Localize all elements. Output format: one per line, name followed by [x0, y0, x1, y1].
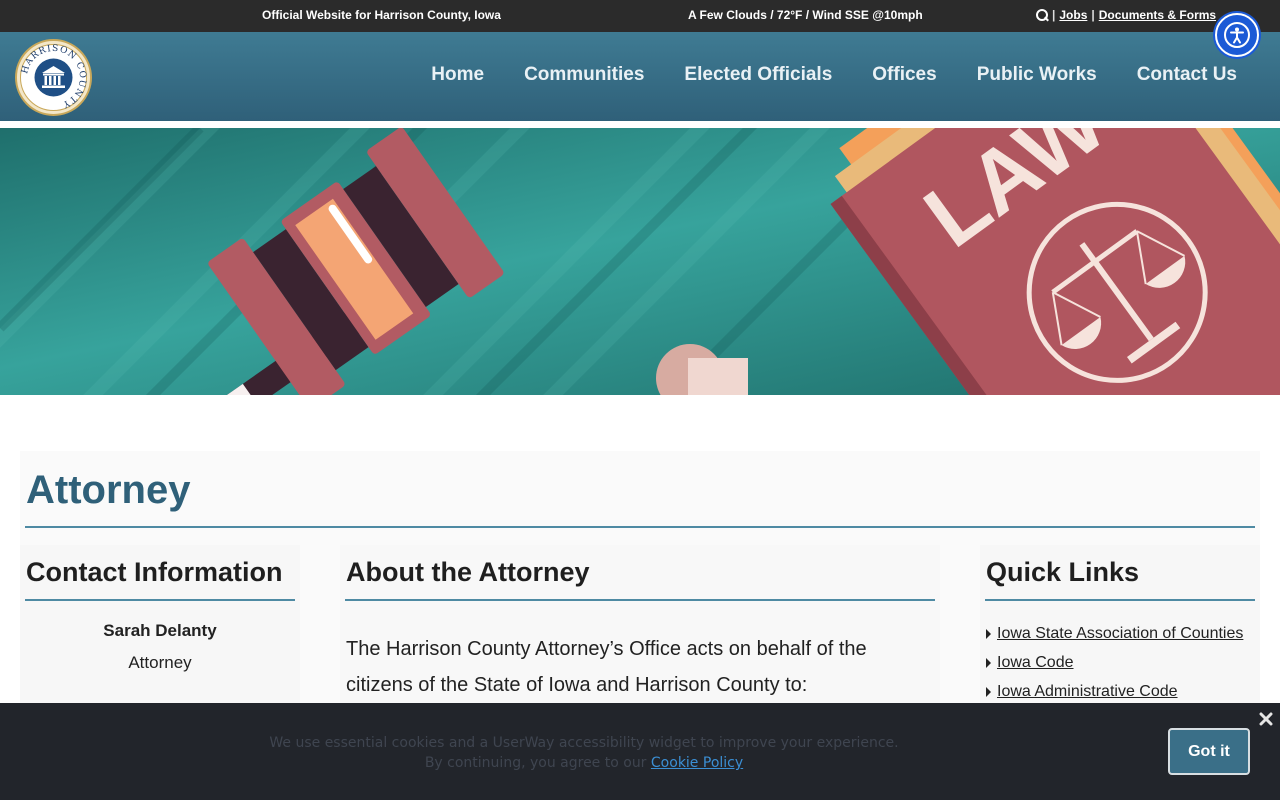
- county-seal-icon: HARRISON COUNTY: [15, 39, 92, 116]
- search-icon[interactable]: [1036, 9, 1048, 21]
- cookie-line-1: We use essential cookies and a UserWay a…: [269, 735, 899, 751]
- about-divider: [345, 599, 935, 601]
- header-divider: [0, 121, 1280, 128]
- about-text: The Harrison County Attorney’s Office ac…: [346, 638, 867, 696]
- contact-role: Attorney: [128, 653, 192, 672]
- quick-links-heading: Quick Links: [986, 557, 1140, 587]
- law-gavel-illustration: LAW: [0, 128, 1280, 395]
- weather-readout: A Few Clouds / 72°F / Wind SSE @10mph: [688, 8, 923, 22]
- main-nav: Home Communities Elected Officials Offic…: [431, 64, 1237, 86]
- list-item: Iowa Code: [986, 648, 1243, 677]
- hero-banner: LAW: [0, 128, 1280, 395]
- top-utility-bar: Official Website for Harrison County, Io…: [0, 0, 1280, 32]
- cookie-banner: We use essential cookies and a UserWay a…: [0, 703, 1280, 800]
- caret-right-icon: [986, 628, 991, 639]
- nav-elected-officials[interactable]: Elected Officials: [684, 64, 832, 86]
- separator: |: [1052, 8, 1056, 22]
- nav-communities[interactable]: Communities: [524, 64, 644, 86]
- accessibility-icon: [1224, 22, 1250, 48]
- got-it-button[interactable]: Got it: [1168, 728, 1250, 775]
- title-divider: [25, 526, 1255, 528]
- link-iowa-admin-code[interactable]: Iowa Administrative Code: [997, 683, 1178, 701]
- link-iowa-code[interactable]: Iowa Code: [997, 654, 1074, 672]
- caret-right-icon: [986, 686, 991, 697]
- link-isac[interactable]: Iowa State Association of Counties: [997, 625, 1243, 643]
- list-item: Iowa Administrative Code: [986, 677, 1243, 706]
- cookie-line-2-text: By continuing, you agree to our: [424, 755, 651, 771]
- separator: |: [1091, 8, 1095, 22]
- list-item: Iowa State Association of Counties: [986, 619, 1243, 648]
- contact-heading: Contact Information: [26, 557, 283, 587]
- about-heading: About the Attorney: [346, 557, 590, 587]
- close-icon[interactable]: [1258, 711, 1274, 727]
- nav-contact-us[interactable]: Contact Us: [1137, 64, 1237, 86]
- quick-links-divider: [985, 599, 1255, 601]
- utility-links: | Jobs | Documents & Forms: [1036, 8, 1216, 22]
- site-label: Official Website for Harrison County, Io…: [262, 8, 501, 22]
- caret-right-icon: [986, 657, 991, 668]
- documents-forms-link[interactable]: Documents & Forms: [1099, 8, 1216, 22]
- page-title: Attorney: [26, 468, 191, 512]
- county-seal-logo[interactable]: HARRISON COUNTY: [15, 39, 92, 116]
- nav-public-works[interactable]: Public Works: [977, 64, 1097, 86]
- jobs-link[interactable]: Jobs: [1059, 8, 1087, 22]
- quick-links-list: Iowa State Association of Counties Iowa …: [986, 619, 1243, 706]
- cookie-policy-link[interactable]: Cookie Policy: [651, 755, 743, 771]
- nav-home[interactable]: Home: [431, 64, 484, 86]
- nav-offices[interactable]: Offices: [872, 64, 936, 86]
- contact-name: Sarah Delanty: [103, 621, 217, 640]
- cookie-message: We use essential cookies and a UserWay a…: [0, 733, 1168, 773]
- contact-divider: [25, 599, 295, 601]
- accessibility-button[interactable]: [1215, 13, 1259, 57]
- cookie-line-2: By continuing, you agree to our Cookie P…: [0, 753, 1168, 773]
